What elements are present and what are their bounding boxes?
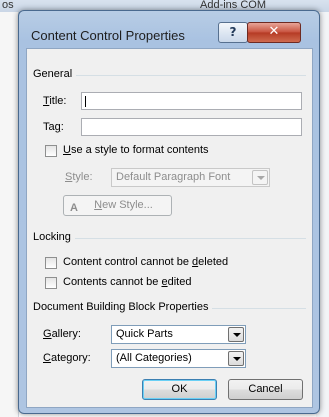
close-button[interactable]: ✕ [247,22,301,43]
background-document-edge [0,12,19,417]
locking-section-label: Locking [33,231,75,243]
category-label-text: ategory: [50,352,91,364]
chevron-down-icon [257,176,265,180]
text-caret [85,96,86,107]
building-block-section-label: Document Building Block Properties [33,301,213,313]
cannot-delete-label[interactable]: Content control cannot be deleted [63,256,228,268]
content-control-properties-dialog: Content Control Properties ? ✕ General T… [18,10,320,414]
style-label-text: tyle: [72,171,93,183]
use-style-text: se a style to format contents [70,144,209,156]
cannot-delete-checkbox[interactable] [45,257,57,269]
cannot-edit-checkbox[interactable] [45,277,57,289]
new-style-accel: N [94,199,103,211]
gallery-label: Gallery: [43,328,81,340]
title-label-text: itle: [49,95,67,107]
style-dropdown-arrow [252,170,268,185]
new-style-label: New Style... [82,199,153,211]
tag-label-post: : [60,121,64,133]
new-style-button: A New Style... [63,195,172,216]
dialog-title: Content Control Properties [31,28,185,43]
general-section-label: General [33,68,77,80]
ok-button[interactable]: OK [142,379,217,400]
tag-label: Tag: [43,121,64,133]
chevron-down-icon [233,357,241,361]
category-dropdown[interactable]: (All Categories) [111,349,246,368]
cannot-delete-pre: Content control cannot be [63,256,193,268]
category-label: Category: [43,352,91,364]
background-text: os [2,0,14,11]
use-style-label[interactable]: Use a style to format contents [63,144,209,156]
new-style-icon: A [70,202,78,214]
category-label-accel: C [43,352,51,364]
new-style-text: ew Style... [102,199,153,211]
gallery-dropdown-arrow[interactable] [228,327,244,342]
cannot-edit-pre: Contents cannot be [63,276,162,288]
gallery-label-text: allery: [51,328,81,340]
style-label: Style: [65,171,93,183]
tag-label-pre: Ta [43,121,55,133]
title-label: Title: [43,95,66,107]
cannot-delete-post: eleted [198,256,229,268]
category-dropdown-arrow[interactable] [228,351,244,366]
use-style-checkbox[interactable] [45,145,57,157]
tag-input[interactable] [81,118,302,136]
use-style-accel: U [63,144,71,156]
gallery-label-accel: G [43,328,52,340]
category-dropdown-value: (All Categories) [116,352,192,364]
dialog-titlebar[interactable]: Content Control Properties ? ✕ [19,11,319,47]
title-input[interactable] [81,92,302,110]
gallery-dropdown-value: Quick Parts [116,328,173,340]
chevron-down-icon [233,333,241,337]
cannot-edit-post: dited [167,276,192,288]
style-dropdown-value: Default Paragraph Font [116,171,231,183]
cancel-button[interactable]: Cancel [228,379,303,400]
help-button[interactable]: ? [218,22,248,43]
cannot-edit-label[interactable]: Contents cannot be edited [63,276,191,288]
dialog-client-area: General Title: Tag: Use a style to forma… [26,48,313,408]
gallery-dropdown[interactable]: Quick Parts [111,325,246,344]
style-dropdown: Default Paragraph Font [111,168,270,187]
